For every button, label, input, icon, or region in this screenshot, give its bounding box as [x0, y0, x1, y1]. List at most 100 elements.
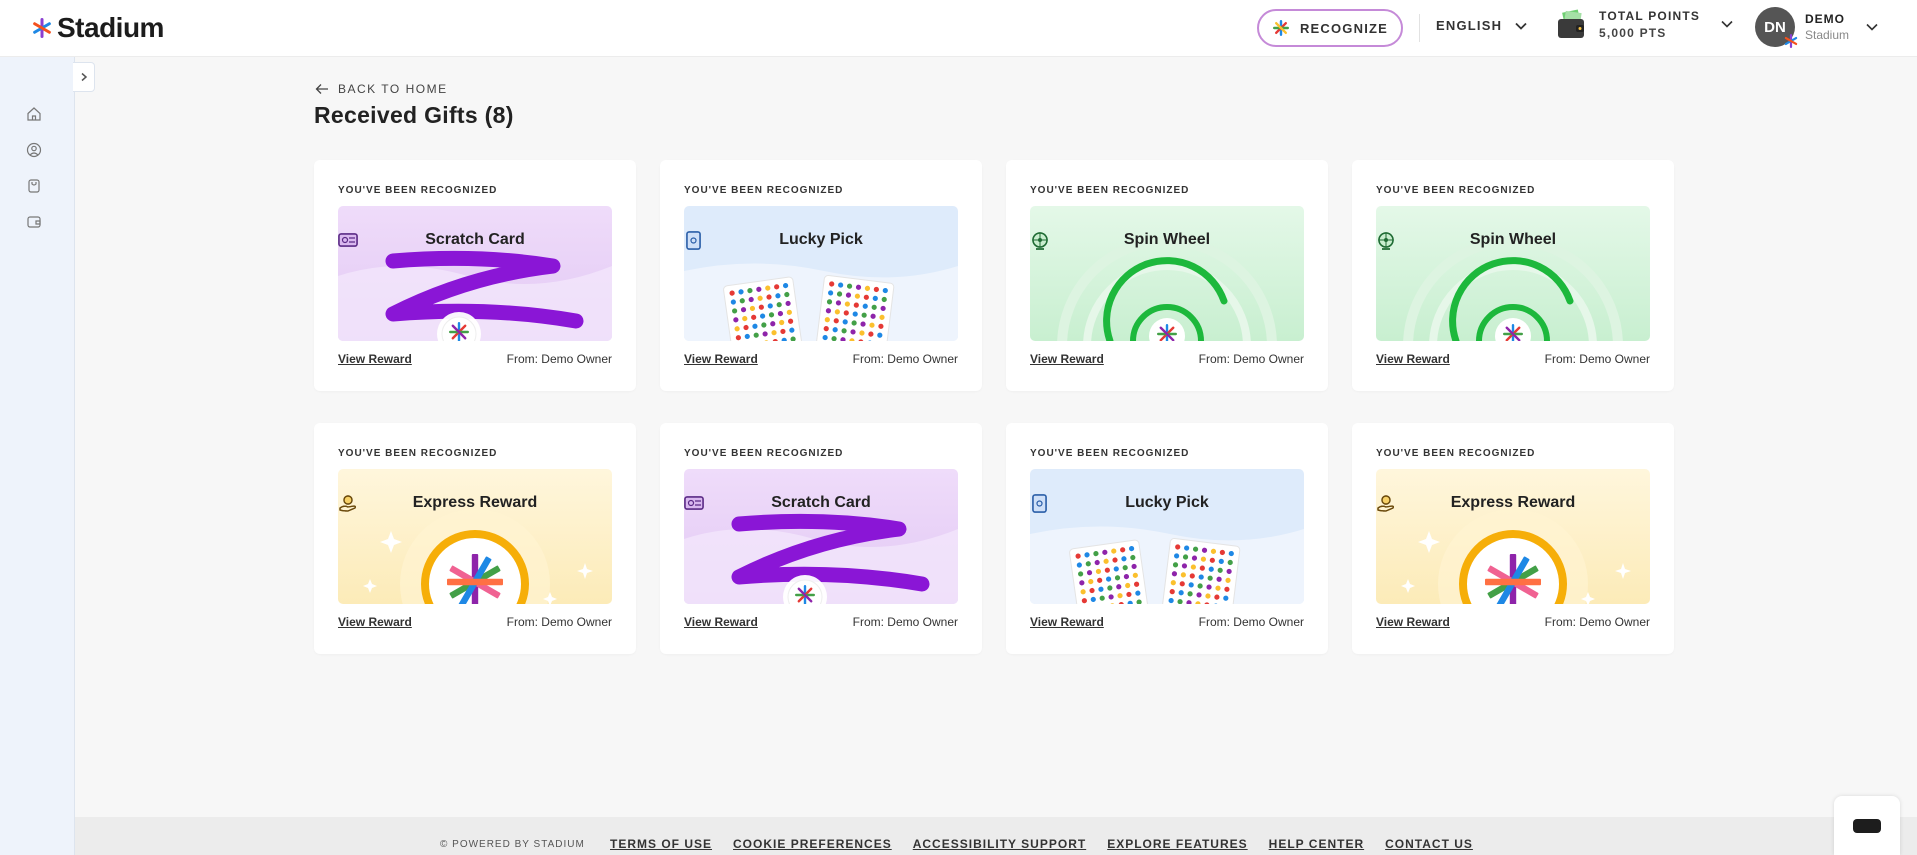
gift-card[interactable]: YOU'VE BEEN RECOGNIZED Express Reward Vi… — [314, 423, 636, 654]
footer-link-accessibility[interactable]: ACCESSIBILITY SUPPORT — [913, 837, 1086, 851]
top-header: Stadium RECOGNIZE ENGLISH TOTAL POINTS 5 — [0, 0, 1917, 57]
logo-text: Stadium — [57, 12, 164, 43]
gift-title-row: Lucky Pick — [684, 231, 958, 250]
gift-card[interactable]: YOU'VE BEEN RECOGNIZED Lucky Pick View R… — [1006, 423, 1328, 654]
chat-icon — [1853, 818, 1881, 833]
home-icon — [27, 107, 41, 121]
sidebar-item-wallet[interactable] — [25, 213, 43, 231]
gift-title-row: Lucky Pick — [1030, 494, 1304, 513]
language-selector[interactable]: ENGLISH — [1436, 18, 1528, 33]
footer-link-help[interactable]: HELP CENTER — [1269, 837, 1364, 851]
gift-name: Scratch Card — [771, 494, 871, 511]
recognize-button[interactable]: RECOGNIZE — [1257, 9, 1403, 47]
gift-sender: From: Demo Owner — [506, 615, 612, 629]
gift-illustration[interactable]: Express Reward — [338, 469, 612, 604]
sidebar-item-recognition[interactable] — [25, 141, 43, 159]
gift-card[interactable]: YOU'VE BEEN RECOGNIZED Scratch Card View… — [314, 160, 636, 391]
chat-button[interactable] — [1834, 796, 1900, 855]
gift-illustration[interactable]: Express Reward — [1376, 469, 1650, 604]
chevron-down-icon — [1515, 22, 1527, 30]
gift-kicker: YOU'VE BEEN RECOGNIZED — [1376, 448, 1536, 459]
gift-kicker: YOU'VE BEEN RECOGNIZED — [338, 185, 498, 196]
spin-icon — [1378, 232, 1394, 250]
view-reward-link[interactable]: View Reward — [1376, 352, 1450, 366]
gift-illustration[interactable]: Lucky Pick — [684, 206, 958, 341]
gift-card[interactable]: YOU'VE BEEN RECOGNIZED Spin Wheel View R… — [1006, 160, 1328, 391]
lucky-icon — [686, 231, 701, 250]
gift-illustration[interactable]: Spin Wheel — [1376, 206, 1650, 341]
stadium-logo[interactable]: Stadium — [33, 12, 164, 44]
chevron-down-icon — [1866, 23, 1878, 31]
gift-card[interactable]: YOU'VE BEEN RECOGNIZED Lucky Pick View R… — [660, 160, 982, 391]
sidebar-item-home[interactable] — [25, 105, 43, 123]
gift-name: Scratch Card — [425, 231, 525, 248]
gift-name: Spin Wheel — [1123, 231, 1211, 248]
express-icon — [339, 495, 356, 512]
footer-link-cookies[interactable]: COOKIE PREFERENCES — [733, 837, 892, 851]
stadium-star-icon — [1272, 20, 1289, 36]
page-title: Received Gifts (8) — [314, 102, 514, 128]
points-title: TOTAL POINTS — [1599, 8, 1701, 23]
view-reward-link[interactable]: View Reward — [338, 352, 412, 366]
footer: © POWERED BY STADIUM TERMS OF USE COOKIE… — [75, 817, 1917, 855]
points-value: 5,000 PTS — [1599, 25, 1667, 40]
gift-sender: From: Demo Owner — [852, 352, 958, 366]
sidebar-expand-button[interactable] — [73, 62, 95, 92]
scratch-icon — [338, 233, 358, 247]
view-reward-link[interactable]: View Reward — [1030, 352, 1104, 366]
lucky-icon — [1032, 494, 1047, 513]
footer-copyright: © POWERED BY STADIUM — [440, 839, 585, 850]
gift-sender: From: Demo Owner — [852, 615, 958, 629]
gift-kicker: YOU'VE BEEN RECOGNIZED — [684, 185, 844, 196]
sidebar-item-shop[interactable] — [25, 177, 43, 195]
express-icon — [1377, 495, 1394, 512]
gift-sender: From: Demo Owner — [1544, 615, 1650, 629]
gift-sender: From: Demo Owner — [1198, 615, 1304, 629]
view-reward-link[interactable]: View Reward — [338, 615, 412, 629]
gift-card[interactable]: YOU'VE BEEN RECOGNIZED Spin Wheel View R… — [1352, 160, 1674, 391]
user-menu[interactable]: DN DEMO Stadium — [1755, 7, 1879, 48]
gift-sender: From: Demo Owner — [1544, 352, 1650, 366]
gift-name: Lucky Pick — [779, 231, 863, 248]
gift-title-row: Express Reward — [1376, 494, 1650, 512]
language-label: ENGLISH — [1436, 18, 1503, 33]
gift-card[interactable]: YOU'VE BEEN RECOGNIZED Express Reward Vi… — [1352, 423, 1674, 654]
view-reward-link[interactable]: View Reward — [684, 352, 758, 366]
header-divider — [1419, 14, 1420, 42]
view-reward-link[interactable]: View Reward — [1376, 615, 1450, 629]
gift-title-row: Spin Wheel — [1376, 231, 1650, 250]
wallet-money-icon — [1558, 9, 1584, 38]
back-to-home-link[interactable]: BACK TO HOME — [315, 82, 448, 96]
gift-title-row: Express Reward — [338, 494, 612, 512]
user-org: Stadium — [1805, 28, 1850, 42]
gift-title-row: Scratch Card — [338, 231, 612, 249]
gift-kicker: YOU'VE BEEN RECOGNIZED — [684, 448, 844, 459]
avatar: DN — [1755, 7, 1798, 48]
gift-illustration[interactable]: Spin Wheel — [1030, 206, 1304, 341]
gift-card[interactable]: YOU'VE BEEN RECOGNIZED Scratch Card View… — [660, 423, 982, 654]
back-label: BACK TO HOME — [338, 82, 448, 96]
total-points-widget[interactable]: TOTAL POINTS 5,000 PTS — [1555, 8, 1734, 40]
gift-illustration[interactable]: Scratch Card — [684, 469, 958, 604]
gift-illustration[interactable]: Lucky Pick — [1030, 469, 1304, 604]
gift-sender: From: Demo Owner — [506, 352, 612, 366]
gift-kicker: YOU'VE BEEN RECOGNIZED — [1030, 448, 1190, 459]
footer-link-terms[interactable]: TERMS OF USE — [610, 837, 712, 851]
stadium-star-icon — [33, 18, 51, 38]
recognize-label: RECOGNIZE — [1299, 20, 1389, 36]
gift-title-row: Scratch Card — [684, 494, 958, 512]
scratch-icon — [684, 496, 704, 510]
chevron-down-icon — [1721, 20, 1733, 28]
gift-kicker: YOU'VE BEEN RECOGNIZED — [338, 448, 498, 459]
footer-link-features[interactable]: EXPLORE FEATURES — [1107, 837, 1247, 851]
chevron-right-icon — [81, 72, 87, 82]
gift-title-row: Spin Wheel — [1030, 231, 1304, 250]
gift-illustration[interactable]: Scratch Card — [338, 206, 612, 341]
footer-link-contact[interactable]: CONTACT US — [1385, 837, 1473, 851]
gift-name: Lucky Pick — [1125, 494, 1209, 511]
wallet-icon — [27, 216, 41, 228]
view-reward-link[interactable]: View Reward — [1030, 615, 1104, 629]
recognition-icon — [26, 142, 42, 158]
view-reward-link[interactable]: View Reward — [684, 615, 758, 629]
gift-name: Express Reward — [1450, 494, 1576, 511]
